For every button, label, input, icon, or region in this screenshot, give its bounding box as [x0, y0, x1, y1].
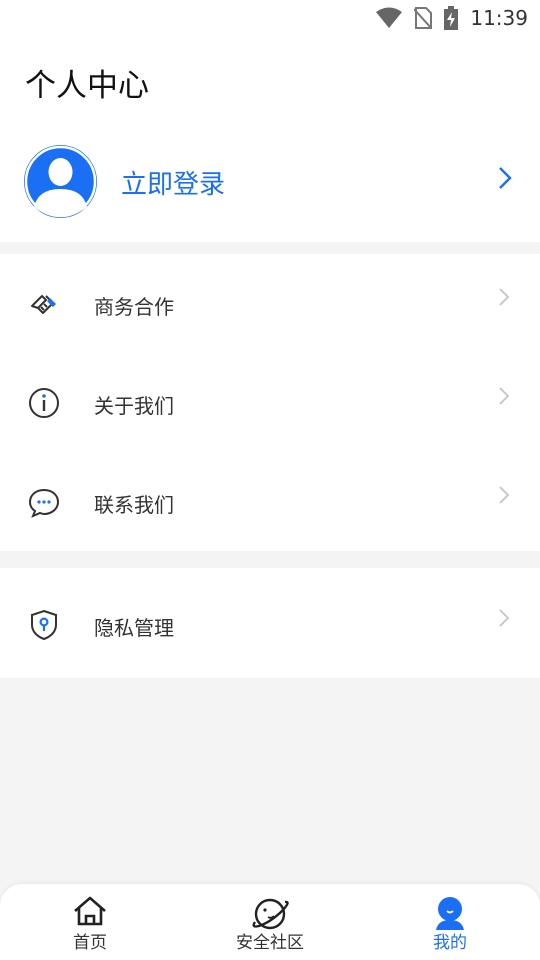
chevron-right-icon	[499, 387, 510, 405]
menu-item-label: 关于我们	[94, 394, 174, 418]
menu-item-business[interactable]: 商务合作	[0, 254, 540, 353]
chevron-right-icon	[499, 609, 510, 627]
tab-label: 安全社区	[236, 933, 304, 953]
tab-community[interactable]: 安全社区	[210, 884, 330, 960]
info-icon	[29, 388, 59, 418]
menu-item-label: 联系我们	[94, 493, 174, 517]
tab-home[interactable]: 首页	[30, 884, 150, 960]
shield-key-icon	[31, 609, 57, 641]
tab-label: 首页	[73, 933, 107, 953]
handshake-icon	[31, 295, 56, 314]
menu-item-privacy[interactable]: 隐私管理	[0, 568, 540, 678]
profile-icon	[436, 897, 464, 930]
profile-header: 个人中心 立即登录	[0, 36, 540, 242]
user-avatar-icon[interactable]	[24, 145, 97, 218]
chevron-right-icon	[499, 486, 510, 504]
menu-item-label: 商务合作	[94, 295, 174, 319]
menu-item-contact[interactable]: 联系我们	[0, 452, 540, 551]
status-time: 11:39	[470, 6, 528, 30]
tab-label: 我的	[433, 933, 467, 953]
chat-icon	[28, 488, 60, 518]
chevron-right-icon[interactable]	[498, 166, 512, 190]
login-link[interactable]: 立即登录	[121, 164, 225, 201]
menu-item-label: 隐私管理	[94, 616, 174, 640]
bottom-nav: 首页 安全社区 我的	[0, 884, 540, 960]
home-icon	[74, 896, 106, 926]
login-row[interactable]: 立即登录	[0, 142, 540, 222]
status-bar: 11:39	[0, 0, 540, 36]
chevron-right-icon	[499, 288, 510, 306]
wifi-icon	[376, 7, 403, 28]
menu-group-1: 商务合作 关于我们 联系我们	[0, 254, 540, 551]
tab-profile[interactable]: 我的	[390, 884, 510, 960]
no-sim-icon	[414, 7, 433, 29]
menu-item-about[interactable]: 关于我们	[0, 353, 540, 452]
menu-group-2: 隐私管理	[0, 568, 540, 678]
planet-icon	[252, 898, 289, 930]
page-title: 个人中心	[25, 68, 149, 104]
battery-charging-icon	[444, 6, 459, 30]
